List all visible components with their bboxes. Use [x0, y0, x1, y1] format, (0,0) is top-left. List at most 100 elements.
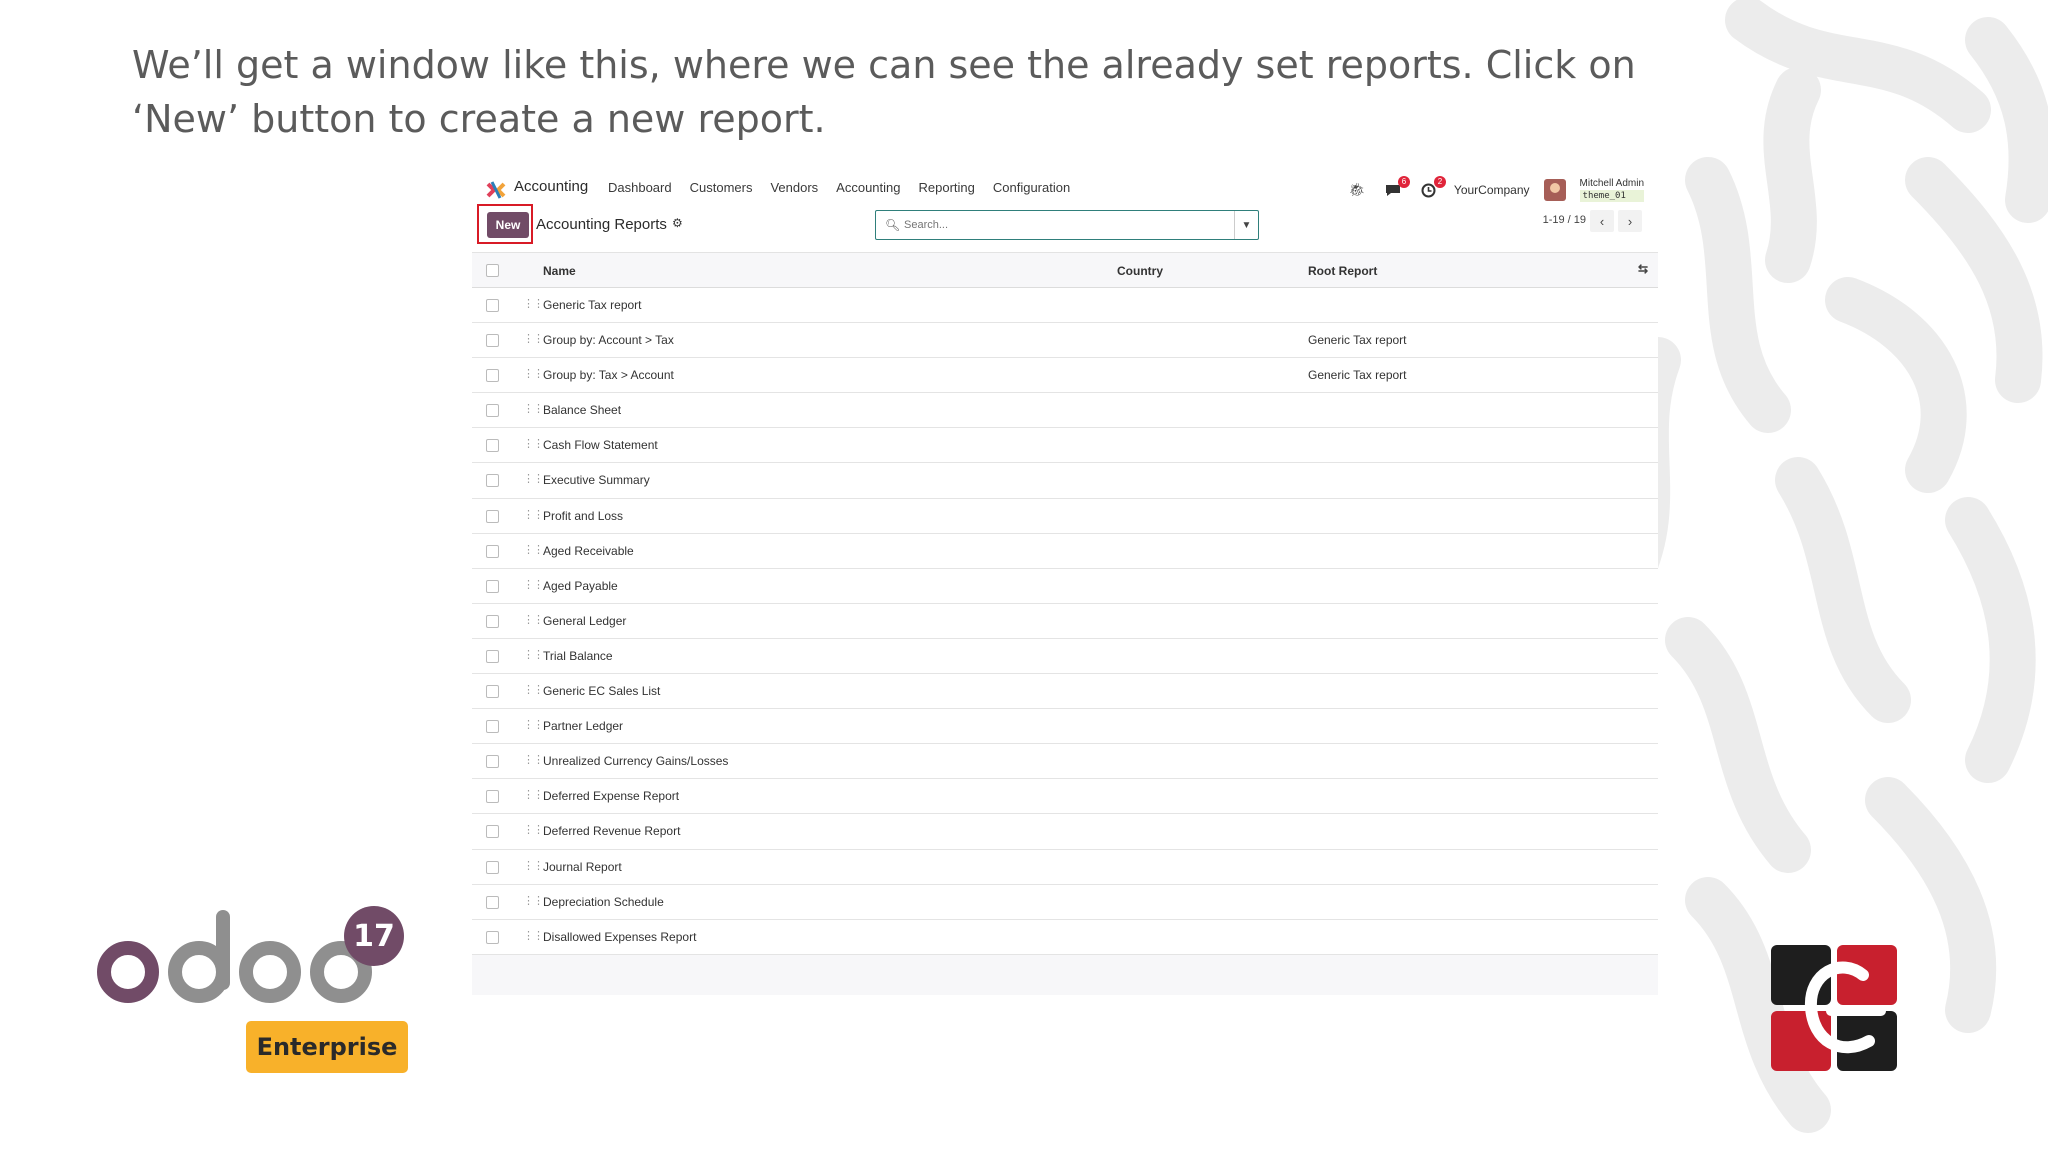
cybrosys-logo	[1771, 945, 1897, 1071]
drag-handle-icon[interactable]: ⋮⋮	[523, 402, 544, 415]
messages-icon[interactable]: 6	[1382, 176, 1410, 201]
table-row[interactable]: ⋮⋮ Depreciation Schedule	[472, 884, 1658, 920]
search-options-toggle[interactable]: ▼	[1234, 211, 1258, 239]
row-checkbox[interactable]	[486, 685, 499, 699]
table-row[interactable]: ⋮⋮ Cash Flow Statement	[472, 428, 1658, 464]
gear-icon[interactable]: ⚙	[672, 216, 683, 230]
table-row[interactable]: ⋮⋮ Group by: Account > Tax Generic Tax rep…	[472, 323, 1658, 359]
drag-handle-icon[interactable]: ⋮⋮	[523, 929, 544, 942]
cell-name: Depreciation Schedule	[543, 894, 664, 909]
enterprise-badge: Enterprise	[246, 1021, 408, 1073]
table-row[interactable]: ⋮⋮ Aged Receivable	[472, 533, 1658, 569]
cell-name: Unrealized Currency Gains/Losses	[543, 754, 729, 769]
search-bar: 🔍︎ ▼	[875, 210, 1259, 240]
menu-accounting[interactable]: Accounting	[836, 180, 900, 195]
drag-handle-icon[interactable]: ⋮⋮	[523, 332, 544, 345]
cell-name: Journal Report	[543, 859, 622, 874]
drag-handle-icon[interactable]: ⋮⋮	[523, 367, 544, 380]
activities-icon[interactable]: 2	[1418, 176, 1446, 201]
drag-handle-icon[interactable]: ⋮⋮	[523, 788, 544, 801]
chevron-left-icon[interactable]: ‹	[1590, 210, 1614, 232]
app-name[interactable]: Accounting	[514, 178, 588, 195]
cell-name: Generic Tax report	[543, 298, 642, 312]
table-row[interactable]: ⋮⋮ General Ledger	[472, 603, 1658, 639]
drag-handle-icon[interactable]: ⋮⋮	[523, 718, 544, 731]
menu-reporting[interactable]: Reporting	[919, 180, 975, 195]
row-checkbox[interactable]	[486, 579, 499, 593]
row-checkbox[interactable]	[486, 825, 499, 839]
drag-handle-icon[interactable]: ⋮⋮	[523, 472, 544, 485]
chevron-right-icon[interactable]: ›	[1618, 210, 1642, 232]
table-row[interactable]: ⋮⋮ Journal Report	[472, 849, 1658, 885]
row-checkbox[interactable]	[486, 790, 499, 804]
optional-columns-icon[interactable]: ⇆	[1638, 262, 1648, 276]
new-button[interactable]: New	[487, 212, 529, 238]
table-row[interactable]: ⋮⋮ Unrealized Currency Gains/Losses	[472, 744, 1658, 780]
column-root-report[interactable]: Root Report	[1308, 264, 1377, 278]
select-all-checkbox[interactable]	[486, 264, 499, 277]
drag-handle-icon[interactable]: ⋮⋮	[523, 543, 544, 556]
accounting-app-icon[interactable]	[486, 180, 506, 200]
row-checkbox[interactable]	[486, 369, 499, 383]
search-input[interactable]	[904, 215, 1224, 235]
menu-configuration[interactable]: Configuration	[993, 180, 1070, 195]
drag-handle-icon[interactable]: ⋮⋮	[523, 508, 544, 521]
table-row[interactable]: ⋮⋮ Trial Balance	[472, 638, 1658, 675]
table-row[interactable]: ⋮⋮ Generic EC Sales List	[472, 674, 1658, 710]
row-checkbox[interactable]	[486, 299, 499, 312]
column-name[interactable]: Name	[543, 264, 576, 278]
table-row[interactable]: ⋮⋮ Group by: Tax > Account Generic Tax rep…	[472, 358, 1658, 394]
row-checkbox[interactable]	[486, 474, 499, 488]
menu-customers[interactable]: Customers	[690, 180, 753, 195]
table-row[interactable]: ⋮⋮ Disallowed Expenses Report	[472, 919, 1658, 955]
drag-handle-icon[interactable]: ⋮⋮	[523, 648, 544, 661]
table-row[interactable]: ⋮⋮ Executive Summary	[472, 463, 1658, 499]
drag-handle-icon[interactable]: ⋮⋮	[523, 297, 544, 310]
cell-name: Profit and Loss	[543, 508, 624, 523]
row-checkbox[interactable]	[486, 509, 499, 523]
menu-vendors[interactable]: Vendors	[770, 180, 818, 195]
column-country[interactable]: Country	[1117, 264, 1163, 278]
row-checkbox[interactable]	[486, 860, 499, 874]
table-body: ⋮⋮ Generic Tax report ⋮⋮ Group by: Account …	[472, 288, 1658, 955]
row-checkbox[interactable]	[486, 930, 499, 944]
user-avatar[interactable]	[1543, 179, 1566, 201]
slide-instruction-text: We’ll get a window like this, where we c…	[132, 43, 1636, 141]
cell-name: Deferred Revenue Report	[543, 824, 681, 839]
drag-handle-icon[interactable]: ⋮⋮	[523, 753, 544, 766]
pager-value[interactable]: 1-19 / 19	[1543, 214, 1586, 226]
cell-name: Aged Receivable	[543, 543, 634, 558]
cell-name: General Ledger	[543, 613, 627, 628]
drag-handle-icon[interactable]: ⋮⋮	[523, 437, 544, 450]
row-checkbox[interactable]	[486, 755, 499, 769]
drag-handle-icon[interactable]: ⋮⋮	[523, 683, 544, 696]
table-row[interactable]: ⋮⋮ Deferred Revenue Report	[472, 814, 1658, 850]
row-checkbox[interactable]	[486, 439, 499, 453]
table-row[interactable]: ⋮⋮ Aged Payable	[472, 568, 1658, 604]
cell-root-report: Generic Tax report	[1308, 368, 1407, 383]
drag-handle-icon[interactable]: ⋮⋮	[523, 859, 544, 872]
table-row[interactable]: ⋮⋮ Generic Tax report	[472, 288, 1658, 324]
row-checkbox[interactable]	[486, 720, 499, 734]
table-row[interactable]: ⋮⋮ Balance Sheet	[472, 393, 1658, 429]
company-switcher[interactable]: YourCompany	[1454, 183, 1530, 197]
drag-handle-icon[interactable]: ⋮⋮	[523, 613, 544, 626]
menu-dashboard[interactable]: Dashboard	[608, 180, 672, 195]
row-checkbox[interactable]	[486, 614, 499, 628]
drag-handle-icon[interactable]: ⋮⋮	[523, 578, 544, 591]
row-checkbox[interactable]	[486, 649, 499, 663]
odoo-logo: 17	[97, 906, 404, 1003]
bug-icon[interactable]: 🐞︎	[1346, 179, 1368, 201]
cell-name: Partner Ledger	[543, 719, 624, 734]
user-menu[interactable]: Mitchell Admin theme_01	[1579, 178, 1644, 202]
table-row[interactable]: ⋮⋮ Deferred Expense Report	[472, 779, 1658, 815]
table-row[interactable]: ⋮⋮ Partner Ledger	[472, 709, 1658, 745]
drag-handle-icon[interactable]: ⋮⋮	[523, 823, 544, 836]
row-checkbox[interactable]	[486, 895, 499, 909]
row-checkbox[interactable]	[486, 334, 499, 348]
cell-name: Aged Payable	[543, 578, 618, 593]
row-checkbox[interactable]	[486, 404, 499, 418]
row-checkbox[interactable]	[486, 544, 499, 558]
table-row[interactable]: ⋮⋮ Profit and Loss	[472, 498, 1658, 534]
drag-handle-icon[interactable]: ⋮⋮	[523, 894, 544, 907]
